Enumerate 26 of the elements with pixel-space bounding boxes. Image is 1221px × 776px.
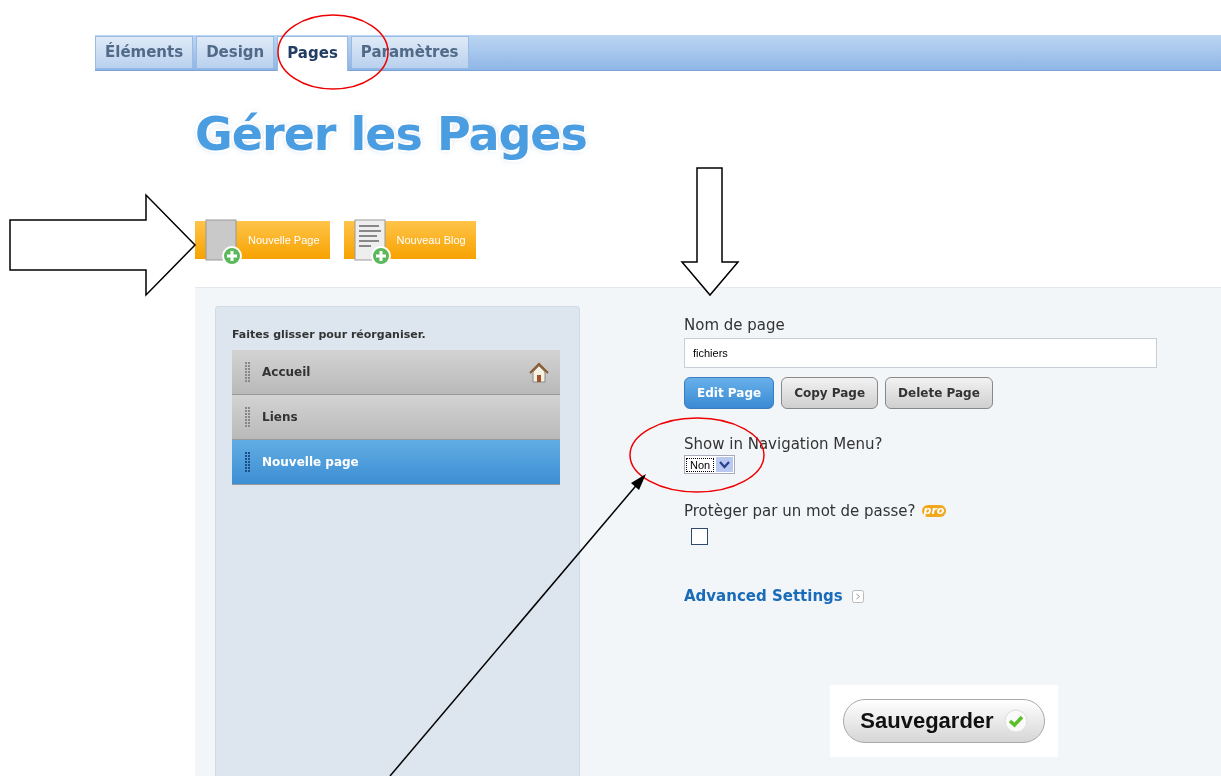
- checkmark-icon: [1003, 709, 1028, 733]
- page-plus-icon: [205, 219, 242, 266]
- sidebar-hint: Faites glisser pour réorganiser.: [232, 327, 427, 343]
- tab[interactable]: Design: [196, 36, 275, 68]
- chevron-down-icon: [716, 457, 734, 472]
- page-list-item[interactable]: Liens: [232, 395, 560, 440]
- pro-badge: pro: [921, 505, 947, 517]
- field-label: Protèger par un mot de passe?: [684, 502, 916, 520]
- drag-handle-icon: [245, 362, 250, 382]
- expand-icon: [851, 589, 864, 603]
- page-list-item[interactable]: Accueil: [232, 350, 560, 395]
- advanced-settings-link[interactable]: Advanced Settings: [684, 587, 843, 605]
- drag-handle-icon: [245, 452, 250, 472]
- save-button[interactable]: Sauvegarder: [843, 699, 1045, 743]
- action-button[interactable]: Copy Page: [781, 377, 879, 409]
- home-icon: [528, 361, 550, 383]
- dropdown[interactable]: Non: [684, 455, 736, 474]
- field-label: Nom de page: [684, 316, 786, 334]
- tab[interactable]: Pages: [277, 36, 348, 71]
- document-plus-icon: [353, 219, 391, 266]
- input-field[interactable]: fichiers: [684, 338, 1157, 368]
- action-button[interactable]: Delete Page: [885, 377, 993, 409]
- tab[interactable]: Éléments: [95, 36, 194, 68]
- checkbox[interactable]: [691, 528, 708, 545]
- drag-handle-icon: [245, 407, 250, 427]
- page-title: Gérer les Pages: [195, 106, 588, 163]
